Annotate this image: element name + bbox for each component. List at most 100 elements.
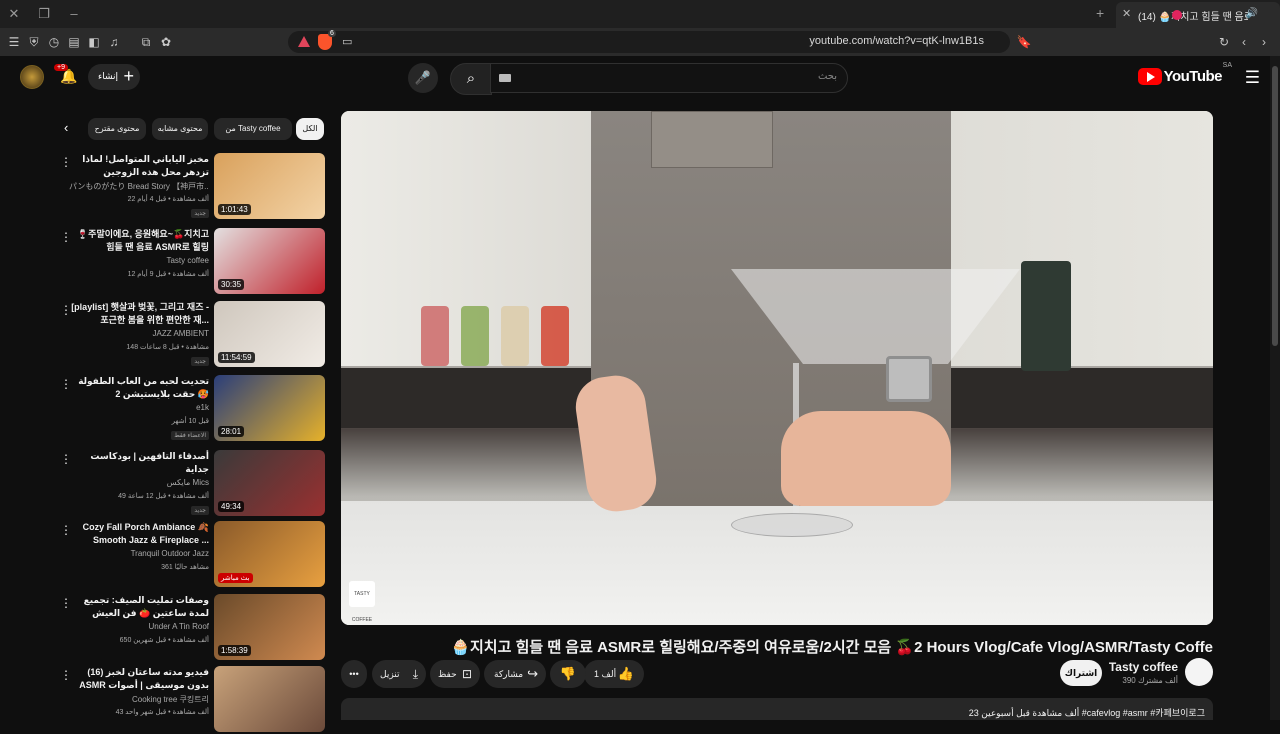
- create-button[interactable]: إنشاء +: [88, 64, 140, 90]
- video-thumbnail[interactable]: بث مباشر: [214, 521, 325, 587]
- brave-rewards-icon[interactable]: [298, 36, 310, 47]
- dislike-icon: 👎: [559, 666, 577, 681]
- video-frame-jar: [461, 306, 489, 366]
- menu-icon[interactable]: ☰: [6, 34, 22, 50]
- extensions-icon[interactable]: ✿: [158, 34, 174, 50]
- account-avatar[interactable]: [20, 65, 44, 89]
- video-player[interactable]: TASTY COFFEE: [341, 111, 1213, 625]
- browser-tab-strip: ✕ ❐ – + ✕ (14) 🧁지치고 힘들 땐 음료 A 🔊: [0, 0, 1280, 28]
- privacy-icon[interactable]: ⛨: [26, 34, 42, 50]
- recommendation-title: مخبز الياباني المتواصل! لماذا تزدهر محل …: [82, 154, 209, 177]
- tab-audio-icon[interactable]: 🔊: [1246, 8, 1258, 19]
- video-thumbnail[interactable]: 49:34: [214, 450, 325, 516]
- hamburger-menu-icon[interactable]: ☰: [1245, 68, 1260, 88]
- recommendation-title: 🍷주말이에요, 응원해요~🍒지치고 힘들 땐 음료 ASMR로 힐링: [76, 229, 209, 252]
- video-thumbnail[interactable]: 1:58:39: [214, 594, 325, 660]
- download-button[interactable]: ⤓ تنزيل: [372, 660, 426, 688]
- channel-name[interactable]: Tasty coffee: [1109, 660, 1178, 674]
- dislike-button[interactable]: 👎: [550, 660, 586, 688]
- keyboard-icon[interactable]: [499, 74, 511, 82]
- tabs-icon[interactable]: ▤: [66, 34, 82, 50]
- video-frame-glass: [731, 269, 1020, 364]
- search-input[interactable]: بحث: [490, 63, 848, 93]
- recommendation-channel[interactable]: Tranquil Outdoor Jazz: [69, 549, 209, 558]
- recommendation-channel[interactable]: Tasty coffee: [69, 256, 209, 265]
- recommendation-channel[interactable]: Cooking tree 쿠킹트리: [69, 694, 209, 705]
- recommendation-channel[interactable]: JAZZ AMBIENT: [69, 329, 209, 338]
- recommendation-item[interactable]: 1:01:43 ⋮ مخبز الياباني المتواصل! لماذا …: [56, 153, 326, 221]
- save-icon: ⊡: [461, 667, 472, 681]
- url-text[interactable]: youtube.com/watch?v=qtK-lnw1B1s: [809, 35, 984, 47]
- save-button[interactable]: ⊡ حفظ: [430, 660, 480, 688]
- more-actions-button[interactable]: •••: [341, 660, 367, 688]
- channel-avatar[interactable]: [1185, 658, 1213, 686]
- recommendation-item[interactable]: 28:01 ⋮ تحديت لحبه من العاب الطفولة حقت …: [56, 375, 326, 443]
- channel-watermark[interactable]: TASTY COFFEE: [349, 581, 375, 623]
- window-minimize-icon[interactable]: –: [66, 6, 82, 22]
- recommendation-meta: 361 مشاهد حاليًا: [161, 564, 209, 571]
- address-bar[interactable]: 6 ▭ youtube.com/watch?v=qtK-lnw1B1s: [288, 30, 1010, 53]
- chevron-left-icon[interactable]: ‹: [64, 120, 68, 135]
- tab-title: (14) 🧁지치고 힘들 땐 음료 A: [1138, 12, 1248, 23]
- new-badge: جديد: [191, 357, 209, 366]
- description-box[interactable]: 23 ألف مشاهدة قبل أسبوعين #cafevlog #asm…: [341, 698, 1213, 720]
- recommendation-channel[interactable]: مايكس Mics: [69, 478, 209, 487]
- recommendation-meta: 43 ألف مشاهدة • قبل شهر واحد: [115, 709, 209, 716]
- recommendation-channel[interactable]: パンものがたり Bread Story 【神戸市...: [69, 181, 209, 192]
- video-thumbnail[interactable]: [214, 666, 325, 732]
- duration-badge: 30:35: [218, 279, 245, 290]
- chip-related[interactable]: محتوى مشابه: [152, 118, 208, 140]
- video-thumbnail[interactable]: 28:01: [214, 375, 325, 441]
- like-icon[interactable]: 👍: [618, 660, 634, 688]
- recommendation-item[interactable]: 49:34 ⋮ أصدقاء التافهين | بودكاست جداية …: [56, 450, 326, 518]
- search-button[interactable]: ⌕: [450, 63, 492, 95]
- subscribe-button[interactable]: اشتراك: [1060, 660, 1102, 686]
- recommendation-title: [playlist] 햇살과 벚꽃, 그리고 재즈 - 포근한 봄을 위한 편안…: [71, 302, 209, 325]
- chip-recommended[interactable]: محتوى مقترح: [88, 118, 146, 140]
- recommendation-item[interactable]: ⋮ (16) فيديو مدته ساعتان لخبز ASMR بدون …: [56, 666, 326, 734]
- video-frame-watch: [886, 356, 932, 402]
- search-placeholder: بحث: [817, 71, 837, 82]
- forward-icon[interactable]: ›: [1256, 34, 1272, 50]
- notifications-badge: +9: [54, 64, 68, 71]
- youtube-play-icon: [1138, 68, 1162, 85]
- window-close-icon[interactable]: ✕: [6, 6, 22, 22]
- recommendation-item[interactable]: 30:35 ⋮ 🍷주말이에요, 응원해요~🍒지치고 힘들 땐 음료 ASMR로 …: [56, 228, 326, 296]
- new-tab-icon[interactable]: +: [1096, 5, 1104, 21]
- bookmark-icon[interactable]: 🔖: [1016, 34, 1032, 50]
- recommendation-item[interactable]: 11:54:59 ⋮ [playlist] 햇살과 벚꽃, 그리고 재즈 - 포…: [56, 301, 326, 369]
- video-frame-jar: [501, 306, 529, 366]
- video-thumbnail[interactable]: 11:54:59: [214, 301, 325, 367]
- screenshot-icon[interactable]: ⧉: [138, 34, 154, 50]
- video-thumbnail[interactable]: 30:35: [214, 228, 325, 294]
- recommendation-channel[interactable]: Under A Tin Roof: [69, 622, 209, 631]
- reload-icon[interactable]: ↻: [1216, 34, 1232, 50]
- youtube-logo[interactable]: YouTube SA: [1132, 62, 1232, 86]
- history-icon[interactable]: ◷: [46, 34, 62, 50]
- chip-all[interactable]: الكل: [296, 118, 324, 140]
- back-icon[interactable]: ‹: [1236, 34, 1252, 50]
- related-chips: ‹ الكل من Tasty coffee محتوى مشابه محتوى…: [64, 118, 326, 142]
- scrollbar-thumb[interactable]: [1272, 66, 1278, 346]
- reader-mode-icon[interactable]: ▭: [342, 35, 352, 48]
- page-scrollbar[interactable]: [1270, 56, 1280, 720]
- tab-youtube-video[interactable]: ✕ (14) 🧁지치고 힘들 땐 음료 A 🔊: [1116, 2, 1280, 28]
- chip-from-channel[interactable]: من Tasty coffee: [214, 118, 292, 140]
- save-label: حفظ: [438, 669, 457, 679]
- window-restore-icon[interactable]: ❐: [36, 6, 52, 22]
- tab-close-icon[interactable]: ✕: [1122, 7, 1131, 20]
- sidebar-icon[interactable]: ◧: [86, 34, 102, 50]
- video-thumbnail[interactable]: 1:01:43: [214, 153, 325, 219]
- recommendation-meta: 148 مشاهدة • قبل 8 ساعات: [126, 344, 209, 351]
- recommendation-title: أصدقاء التافهين | بودكاست جداية: [90, 451, 209, 474]
- share-button[interactable]: ↪ مشاركة: [484, 660, 546, 688]
- recommendation-channel[interactable]: e1k: [69, 403, 209, 412]
- download-icon: ⤓: [412, 667, 418, 681]
- voice-search-icon[interactable]: 🎤: [408, 63, 438, 93]
- recommendation-item[interactable]: 1:58:39 ⋮ وصفات تمليت الصيف: تجميع لمدة …: [56, 594, 326, 662]
- plus-icon: +: [123, 66, 134, 86]
- recommendation-meta: 12 ألف مشاهدة • قبل 9 أيام: [127, 271, 209, 278]
- like-count: 1 ألف: [594, 669, 617, 679]
- music-icon[interactable]: ♫: [106, 34, 122, 50]
- recommendation-item[interactable]: بث مباشر ⋮ Cozy Fall Porch Ambiance 🍂 Sm…: [56, 521, 326, 589]
